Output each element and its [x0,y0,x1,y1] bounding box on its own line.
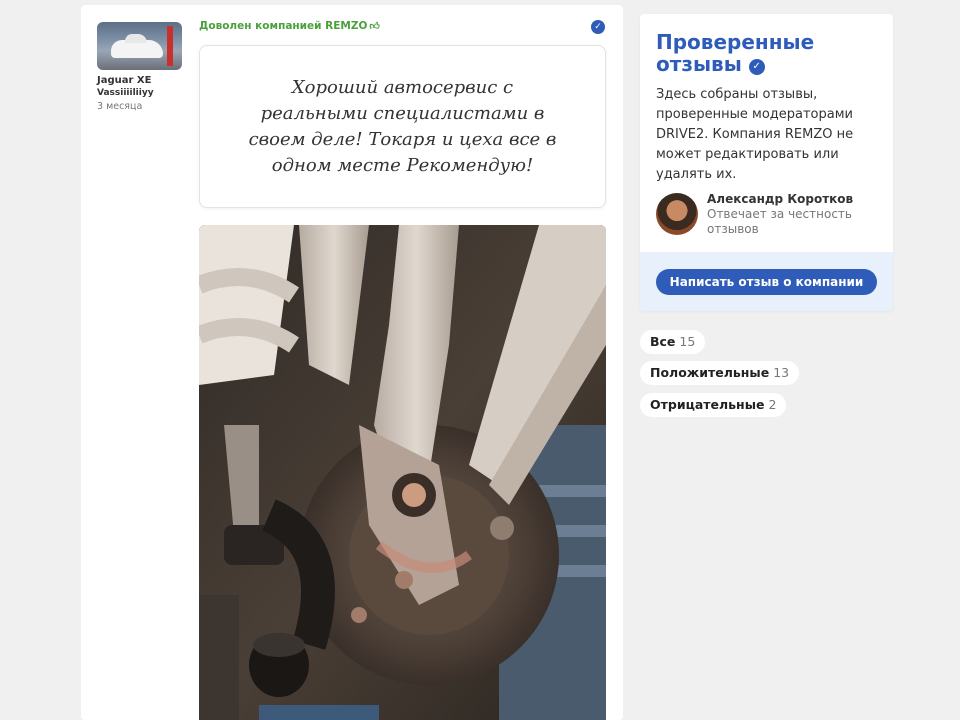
write-review-button[interactable]: Написать отзыв о компании [656,269,877,295]
filter-negative[interactable]: Отрицательные 2 [640,393,787,417]
verified-reviews-panel: Проверенные отзывы ✓ Здесь собраны отзыв… [640,14,893,311]
filter-count: 15 [679,334,696,349]
filter-label: Все [650,334,676,349]
filter-label: Положительные [650,365,770,380]
filter-all[interactable]: Все 15 [640,330,706,354]
filter-count: 13 [773,365,790,380]
panel-title-text: Проверенные отзывы [656,30,815,76]
satisfied-label: Доволен компанией REMZO 👍︎ [199,20,380,32]
panel-footer: Написать отзыв о компании [640,252,893,311]
review-photo[interactable] [199,225,606,720]
review-text: Хороший автосервис с реальными специалис… [248,76,557,176]
moderator-role: Отвечает за честность отзывов [707,207,852,236]
thumbs-up-icon: 👍︎ [369,21,380,32]
filter-positive[interactable]: Положительные 13 [640,361,800,385]
panel-description: Здесь собраны отзывы, проверенные модера… [656,87,854,182]
car-image [111,34,163,58]
panel-title: Проверенные отзывы ✓ [656,31,856,75]
author-car-photo[interactable] [97,22,182,70]
lift-post [167,26,173,66]
verified-check-icon: ✓ [748,59,765,75]
moderator-avatar[interactable] [656,193,698,235]
review-date: 3 месяца [97,101,143,112]
author-nickname[interactable]: Vassiiiiliiyy [97,87,187,99]
moderator-name[interactable]: Александр Коротков [707,192,853,206]
review-card: Jaguar XE Vassiiiiliiyy 3 месяца Доволен… [81,5,623,720]
review-quote: Хороший автосервис с реальными специалис… [199,45,606,208]
review-author: Jaguar XE Vassiiiiliiyy 3 месяца [97,22,187,113]
satisfied-text: Доволен компанией REMZO [199,20,368,32]
filter-count: 2 [768,397,777,412]
filter-label: Отрицательные [650,397,765,412]
verified-check-icon: ✓ [591,20,605,34]
author-car-name[interactable]: Jaguar XE [97,75,187,87]
